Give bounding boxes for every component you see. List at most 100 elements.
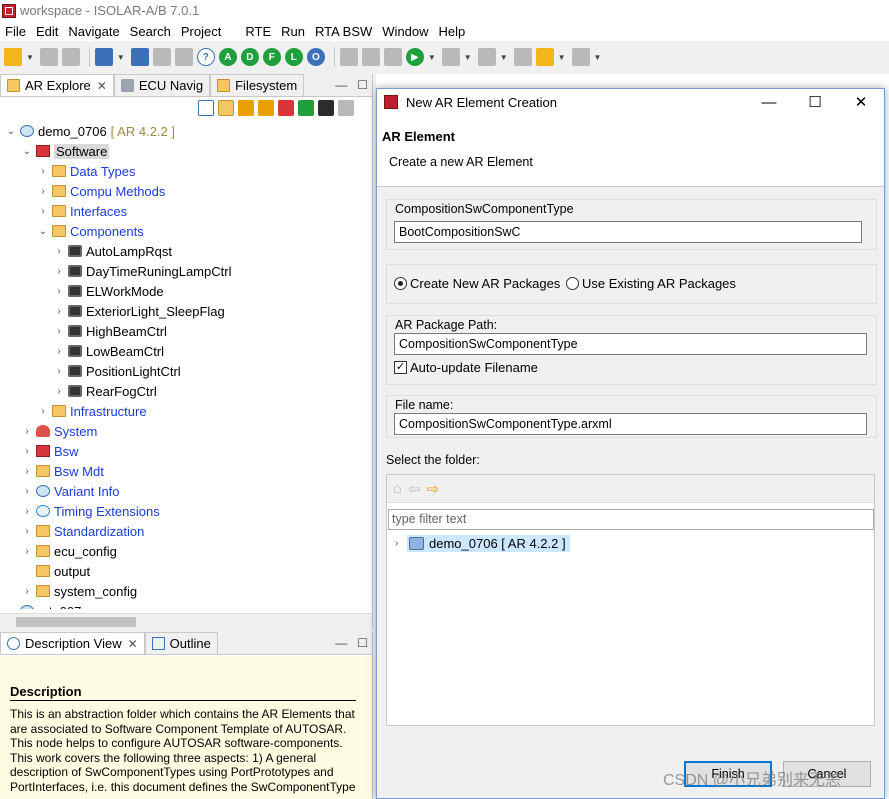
auto-update-filename-checkbox[interactable]: ✓ Auto-update Filename	[394, 360, 538, 375]
chevron-right-icon[interactable]: ›	[20, 586, 34, 597]
next-annotation-dropdown-icon[interactable]: ▼	[464, 53, 472, 62]
new-icon[interactable]	[4, 48, 22, 66]
tree-item[interactable]: › Bsw Mdt	[20, 461, 104, 481]
link-with-editor-icon[interactable]	[218, 100, 234, 116]
file-name-input[interactable]: CompositionSwComponentType.arxml	[394, 413, 867, 435]
back-dropdown-icon[interactable]: ▼	[558, 53, 566, 62]
close-icon[interactable]: ✕	[838, 89, 884, 115]
tree-item[interactable]: › LowBeamCtrl	[52, 341, 164, 361]
menu-search[interactable]: Search	[125, 24, 176, 39]
create-new-packages-radio[interactable]: Create New AR Packages	[394, 276, 560, 291]
tree-item[interactable]: › RearFogCtrl	[52, 381, 156, 401]
chevron-right-icon[interactable]: ›	[4, 606, 18, 610]
chevron-right-icon[interactable]: ›	[52, 266, 66, 277]
tab-ecu-navigator[interactable]: ECU Navig	[113, 74, 211, 96]
chevron-right-icon[interactable]: ›	[36, 406, 50, 417]
tree-item[interactable]: ⌄ Software	[20, 141, 110, 161]
tab-description-view[interactable]: Description View ✕	[0, 632, 145, 654]
home-icon[interactable]: ⌂	[393, 480, 402, 497]
tree-item[interactable]: ⌄ demo_0706[ AR 4.2.2 ]	[4, 121, 175, 141]
back-icon[interactable]	[535, 48, 554, 66]
menu-rta-bsw[interactable]: RTA BSW	[310, 24, 377, 39]
next-annotation-icon[interactable]	[441, 48, 460, 66]
chevron-down-icon[interactable]: ⌄	[36, 226, 50, 237]
help-icon[interactable]: ?	[196, 48, 215, 66]
tree-item[interactable]: › Compu Methods	[36, 181, 165, 201]
chevron-right-icon[interactable]: ›	[52, 306, 66, 317]
chevron-right-icon[interactable]: ›	[20, 506, 34, 517]
perspective-o-icon[interactable]: O	[306, 48, 325, 66]
grid-icon[interactable]	[278, 100, 294, 116]
package-path-input[interactable]: CompositionSwComponentType	[394, 333, 867, 355]
tree-item[interactable]: ⌄ Components	[36, 221, 144, 241]
select-icon[interactable]	[152, 48, 171, 66]
chevron-right-icon[interactable]: ›	[20, 426, 34, 437]
use-existing-packages-radio[interactable]: Use Existing AR Packages	[566, 276, 736, 291]
chevron-right-icon[interactable]: ›	[52, 366, 66, 377]
tree-item[interactable]: › System	[20, 421, 97, 441]
expand-icon[interactable]: ›	[395, 538, 407, 549]
menu-window[interactable]: Window	[377, 24, 433, 39]
tree-item[interactable]: › Interfaces	[36, 201, 127, 221]
selected-node[interactable]: demo_0706 [ AR 4.2.2 ]	[407, 535, 570, 552]
scroll-thumb[interactable]	[16, 617, 136, 627]
report-icon[interactable]	[361, 48, 380, 66]
tree-item[interactable]: › Bsw	[20, 441, 78, 461]
minimize-icon[interactable]: —	[335, 78, 347, 92]
filter-icon[interactable]	[238, 100, 254, 116]
menu-navigate[interactable]: Navigate	[63, 24, 124, 39]
tree-item[interactable]: › DayTimeRuningLampCtrl	[52, 261, 231, 281]
menu-rte[interactable]: RTE	[240, 24, 276, 39]
perspective-f-icon[interactable]: F	[262, 48, 281, 66]
maximize-icon[interactable]: ☐	[357, 636, 368, 650]
type-name-input[interactable]: BootCompositionSwC	[394, 221, 862, 243]
tree-item[interactable]: output	[20, 561, 90, 581]
vp-res-icon[interactable]	[298, 100, 314, 116]
close-icon[interactable]: ✕	[128, 637, 138, 651]
save-all-icon[interactable]	[61, 48, 80, 66]
forward-dropdown-icon[interactable]: ▼	[594, 53, 602, 62]
generate-icon[interactable]	[130, 48, 149, 66]
tree-item[interactable]: › Timing Extensions	[20, 501, 159, 521]
folder-tree-node[interactable]: › demo_0706 [ AR 4.2.2 ]	[395, 535, 570, 552]
chevron-right-icon[interactable]: ›	[36, 186, 50, 197]
run-icon[interactable]: ▶	[405, 48, 424, 66]
build-dropdown-icon[interactable]: ▼	[117, 53, 125, 62]
horizontal-scrollbar[interactable]	[0, 613, 372, 629]
tree-item[interactable]: › Standardization	[20, 521, 144, 541]
chevron-right-icon[interactable]: ›	[36, 206, 50, 217]
chevron-right-icon[interactable]: ›	[20, 466, 34, 477]
prev-annotation-icon[interactable]	[477, 48, 496, 66]
back-arrow-icon[interactable]: ⇦	[408, 480, 421, 498]
last-edit-icon[interactable]	[513, 48, 532, 66]
perspective-d-icon[interactable]: D	[240, 48, 259, 66]
perspective-a-icon[interactable]: A	[218, 48, 237, 66]
minimize-icon[interactable]: —	[335, 636, 347, 650]
menu-help[interactable]: Help	[434, 24, 471, 39]
tree-item[interactable]: › AutoLampRqst	[52, 241, 172, 261]
tree-item[interactable]: › Data Types	[36, 161, 135, 181]
tab-filesystem[interactable]: Filesystem	[210, 74, 305, 96]
chevron-right-icon[interactable]: ›	[20, 526, 34, 537]
tree-item[interactable]: › HighBeamCtrl	[52, 321, 167, 341]
chevron-right-icon[interactable]: ›	[20, 446, 34, 457]
close-icon[interactable]: ✕	[97, 79, 107, 93]
tab-outline[interactable]: Outline	[144, 632, 218, 654]
validate-icon[interactable]	[338, 100, 354, 116]
chevron-right-icon[interactable]: ›	[52, 286, 66, 297]
chevron-right-icon[interactable]: ›	[52, 246, 66, 257]
maximize-icon[interactable]: ☐	[357, 78, 368, 92]
new-dropdown-icon[interactable]: ▼	[26, 53, 34, 62]
tree-item[interactable]: › Variant Info	[20, 481, 119, 501]
perspective-l-icon[interactable]: L	[284, 48, 303, 66]
collapse-all-icon[interactable]	[198, 100, 214, 116]
tree-item[interactable]: › ExteriorLight_SleepFlag	[52, 301, 224, 321]
tree-item[interactable]: › PositionLightCtrl	[52, 361, 180, 381]
tool-icon[interactable]	[339, 48, 358, 66]
minimize-icon[interactable]: —	[746, 89, 792, 115]
chevron-right-icon[interactable]: ›	[36, 166, 50, 177]
menu-project[interactable]: Project	[176, 24, 226, 39]
forward-icon[interactable]	[571, 48, 590, 66]
group-icon[interactable]	[258, 100, 274, 116]
tree-item[interactable]: › ecu_config	[20, 541, 117, 561]
